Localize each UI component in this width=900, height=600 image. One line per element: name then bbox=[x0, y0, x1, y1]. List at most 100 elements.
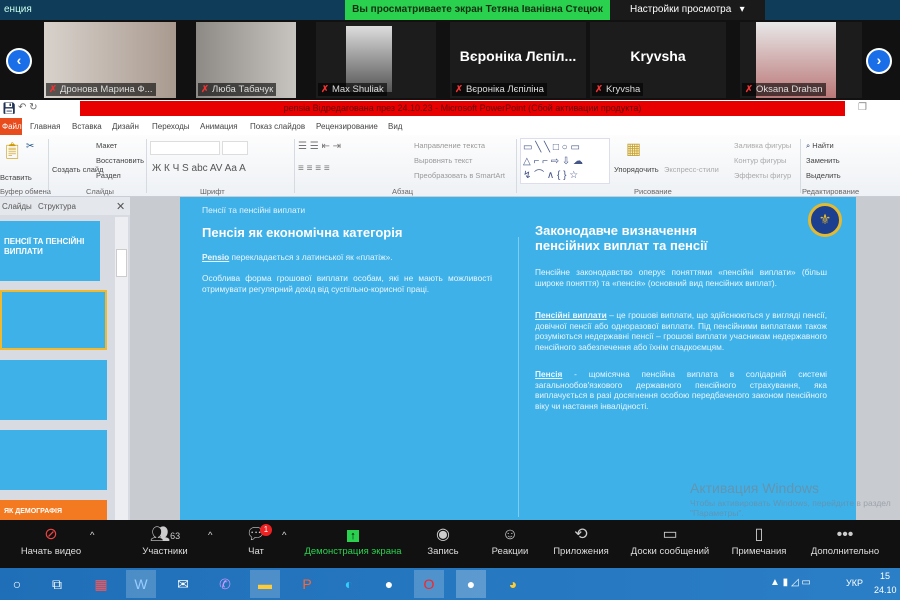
notes-button[interactable]: ▯ Примечания bbox=[726, 524, 792, 557]
mic-muted-icon: ✗ bbox=[745, 84, 753, 95]
tab-slides[interactable]: Слайды bbox=[2, 202, 32, 211]
apps-button[interactable]: ⟲ Приложения bbox=[548, 524, 614, 557]
tab-transitions[interactable]: Переходы bbox=[152, 122, 190, 131]
name-text: Дронова Марина Ф... bbox=[59, 84, 153, 95]
participants-button[interactable]: 👥︎63 Участники bbox=[132, 524, 198, 557]
participant-tile[interactable]: Kryvsha ✗ Kryvsha bbox=[590, 22, 726, 98]
input-language[interactable]: УКР bbox=[846, 578, 863, 588]
tab-outline[interactable]: Структура bbox=[38, 202, 76, 211]
select-button[interactable]: Выделить bbox=[806, 171, 841, 180]
label: Участники bbox=[142, 546, 188, 557]
whiteboards-button[interactable]: ▭ Доски сообщений bbox=[624, 524, 716, 557]
tab-home[interactable]: Главная bbox=[30, 122, 60, 131]
next-page-button[interactable]: › bbox=[866, 48, 892, 74]
viber-icon[interactable]: ✆ bbox=[210, 570, 240, 598]
replace-button[interactable]: Заменить bbox=[806, 156, 840, 165]
term: Пенсія bbox=[535, 369, 563, 379]
participant-tile[interactable]: Вєроніка Лєпіл... ✗ Вєроніка Лєпіліна bbox=[450, 22, 586, 98]
start-video-button[interactable]: ⊘ Начать видео bbox=[18, 524, 84, 557]
participant-tile[interactable]: ✗ Max Shuliak bbox=[316, 22, 436, 98]
word-icon[interactable]: W bbox=[126, 570, 156, 598]
scrollbar-thumb[interactable] bbox=[116, 249, 127, 277]
chrome-icon[interactable]: ◕ bbox=[498, 570, 528, 598]
view-options-button[interactable]: Настройки просмотра ▾ bbox=[610, 0, 765, 20]
participant-tile[interactable]: ✗ Дронова Марина Ф... bbox=[44, 22, 176, 98]
more-icon: ••• bbox=[836, 526, 854, 543]
zoom-meeting-icon[interactable]: ● bbox=[456, 570, 486, 598]
save-icon[interactable]: 💾︎ bbox=[2, 102, 16, 115]
participants-icon: 👥︎63 bbox=[149, 526, 181, 543]
participant-name: ✗ Max Shuliak bbox=[318, 83, 387, 96]
tab-design[interactable]: Дизайн bbox=[112, 122, 139, 131]
video-options-caret[interactable]: ^ bbox=[90, 530, 94, 541]
shape-fill-button[interactable]: Заливка фигуры bbox=[734, 141, 791, 150]
slide-thumbnail[interactable]: ПЕНСІЇ ТА ПЕНСІЙНІ ВИПЛАТИ bbox=[0, 221, 100, 281]
chat-button[interactable]: 💬︎ 1 Чат bbox=[238, 524, 274, 557]
participant-name: ✗ Люба Табачук bbox=[198, 83, 277, 96]
explorer-icon[interactable]: ▬ bbox=[250, 570, 280, 598]
column-divider bbox=[518, 237, 519, 517]
layout-button[interactable]: Макет bbox=[96, 141, 117, 150]
store-icon[interactable]: ▦ bbox=[86, 570, 116, 598]
reactions-button[interactable]: ☺ Реакции bbox=[486, 524, 534, 557]
text-direction-button[interactable]: Направление текста bbox=[414, 141, 485, 150]
tab-animation[interactable]: Анимация bbox=[200, 122, 238, 131]
restore-icon[interactable]: ❐ bbox=[858, 102, 867, 113]
tray-icons[interactable]: ▲ ▮ ◿ ▭ bbox=[770, 577, 811, 588]
slide-thumbnail[interactable] bbox=[0, 430, 107, 490]
participant-tile[interactable]: ✗ Люба Табачук bbox=[196, 22, 296, 98]
record-button[interactable]: ◉ Запись bbox=[420, 524, 466, 557]
search-icon[interactable]: ○ bbox=[2, 570, 32, 598]
tab-view[interactable]: Вид bbox=[388, 122, 402, 131]
quick-styles-button[interactable]: Экспресс-стили bbox=[664, 165, 719, 174]
share-screen-button[interactable]: ↑ Демонстрация экрана bbox=[298, 524, 408, 557]
font-family-select[interactable] bbox=[150, 141, 220, 155]
shape-effects-button[interactable]: Эффекты фигур bbox=[734, 171, 791, 180]
clock-date[interactable]: 24.10 bbox=[874, 585, 897, 595]
label: Демонстрация экрана bbox=[304, 546, 402, 557]
shape-outline-button[interactable]: Контур фигуры bbox=[734, 156, 786, 165]
clock-time[interactable]: 15 bbox=[880, 571, 890, 581]
slide-thumbnail[interactable] bbox=[0, 360, 107, 420]
slide-canvas[interactable]: Пенсії та пенсійні виплати Пенсія як еко… bbox=[180, 197, 856, 520]
section-button[interactable]: Раздел bbox=[96, 171, 121, 180]
tab-slideshow[interactable]: Показ слайдов bbox=[250, 122, 305, 131]
tab-file[interactable]: Файл bbox=[0, 118, 22, 135]
smartart-button[interactable]: Преобразовать в SmartArt bbox=[414, 171, 505, 180]
arrange-button[interactable]: Упорядочить bbox=[614, 165, 659, 174]
cut-icon[interactable]: ✂ bbox=[26, 141, 34, 152]
more-button[interactable]: ••• Дополнительно bbox=[804, 524, 886, 557]
align-text-button[interactable]: Выровнять текст bbox=[414, 156, 472, 165]
paste-icon[interactable]: 📋︎ bbox=[2, 141, 22, 161]
undo-icon[interactable]: ↶ ↻ bbox=[18, 102, 38, 113]
slide-thumbnail-selected[interactable] bbox=[0, 290, 107, 350]
list-icons[interactable]: ☰ ☰ ⇤ ⇥ bbox=[298, 141, 341, 152]
shapes-gallery[interactable]: ▭ ╲ ╲ □ ○ ▭ △ ⌐ ⌐ ⇨ ⇩ ☁ ↯ ⌒ ∧ { } ☆ bbox=[520, 138, 610, 184]
view-options-label: Настройки просмотра bbox=[630, 4, 732, 15]
close-icon[interactable]: ✕ bbox=[116, 200, 125, 213]
reset-button[interactable]: Восстановить bbox=[96, 156, 144, 165]
font-size-select[interactable] bbox=[222, 141, 248, 155]
powerpoint-icon[interactable]: P bbox=[292, 570, 322, 598]
slide-thumbnail[interactable]: ЯК ДЕМОГРАФІЯ bbox=[0, 500, 107, 520]
panel-scrollbar[interactable] bbox=[115, 217, 128, 520]
video-strip: ‹ ✗ Дронова Марина Ф... ✗ Люба Табачук ✗ Ma… bbox=[0, 20, 900, 100]
mail-icon[interactable]: ✉ bbox=[168, 570, 198, 598]
edge-icon[interactable]: ◐ bbox=[334, 570, 364, 598]
task-view-icon[interactable]: ⧉ bbox=[42, 570, 72, 598]
prev-page-button[interactable]: ‹ bbox=[6, 48, 32, 74]
chat-options-caret[interactable]: ^ bbox=[282, 530, 286, 541]
opera-icon[interactable]: O bbox=[414, 570, 444, 598]
tab-insert[interactable]: Вставка bbox=[72, 122, 102, 131]
participants-options-caret[interactable]: ^ bbox=[208, 530, 212, 541]
chevron-down-icon: ▾ bbox=[734, 4, 745, 15]
find-button[interactable]: ⌕ Найти bbox=[806, 141, 834, 151]
font-format-icons[interactable]: Ж К Ч S abc AV Aa A bbox=[152, 163, 246, 174]
arrange-icon[interactable]: ▦ bbox=[626, 139, 641, 159]
tab-review[interactable]: Рецензирование bbox=[316, 122, 378, 131]
zoom-app-icon[interactable]: ● bbox=[374, 570, 404, 598]
align-icons[interactable]: ≡ ≡ ≡ ≡ bbox=[298, 163, 330, 174]
paste-button[interactable]: Вставить bbox=[0, 173, 32, 182]
notes-icon: ▯ bbox=[754, 526, 764, 543]
participant-tile[interactable]: ✗ Oksana Drahan bbox=[740, 22, 862, 98]
